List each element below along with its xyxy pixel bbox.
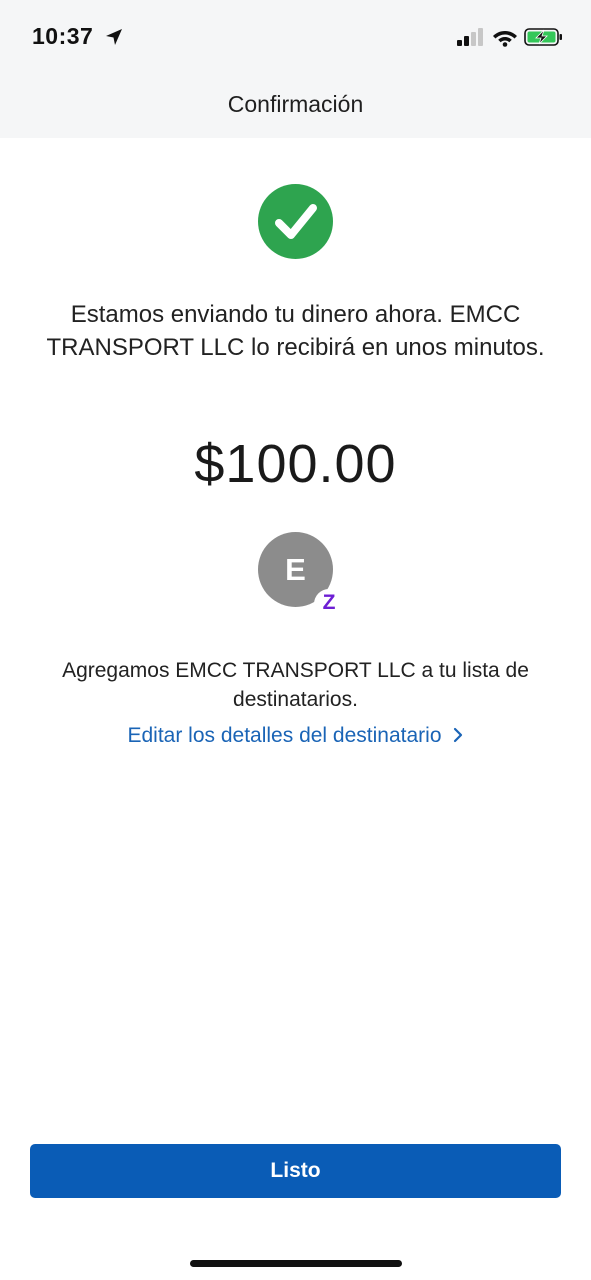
location-arrow-icon (106, 29, 122, 45)
nav-bar: Confirmación (0, 75, 591, 138)
battery-charging-icon (524, 28, 562, 46)
page-title: Confirmación (227, 91, 364, 117)
avatar-initial: E (285, 552, 306, 587)
zelle-badge-glyph: Z (322, 591, 336, 614)
checkmark-icon (275, 204, 317, 239)
done-button[interactable]: Listo (30, 1144, 561, 1198)
edit-recipient-link[interactable]: Editar los detalles del destinatario (0, 724, 591, 748)
status-time: 10:37 (32, 23, 94, 49)
checkmark-circle-icon (258, 184, 333, 259)
chevron-right-icon (453, 727, 462, 743)
recipient-added-text: Agregamos EMCC TRANSPORT LLC a tu lista … (62, 659, 529, 711)
zelle-icon: Z (314, 589, 344, 619)
status-bar: 10:37 (0, 0, 591, 75)
home-indicator[interactable] (190, 1260, 402, 1267)
confirmation-message: Estamos enviando tu dinero ahora. EMCC T… (46, 301, 545, 361)
cellular-signal-icon (457, 28, 483, 46)
transfer-amount: $100.00 (194, 434, 397, 494)
edit-recipient-label: Editar los detalles del destinatario (127, 724, 442, 747)
wifi-icon (493, 31, 517, 47)
